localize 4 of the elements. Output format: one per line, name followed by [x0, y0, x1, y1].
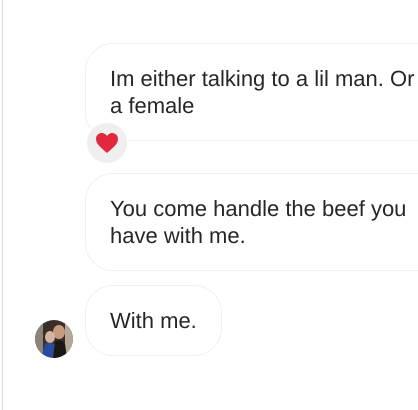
message-bubble: With me.	[85, 285, 222, 356]
heart-icon	[95, 132, 119, 154]
message-bubble: You come handle the beef you have with me.	[85, 173, 418, 271]
message-bubble: Im either talking to a lil man. Or a female	[85, 43, 418, 141]
